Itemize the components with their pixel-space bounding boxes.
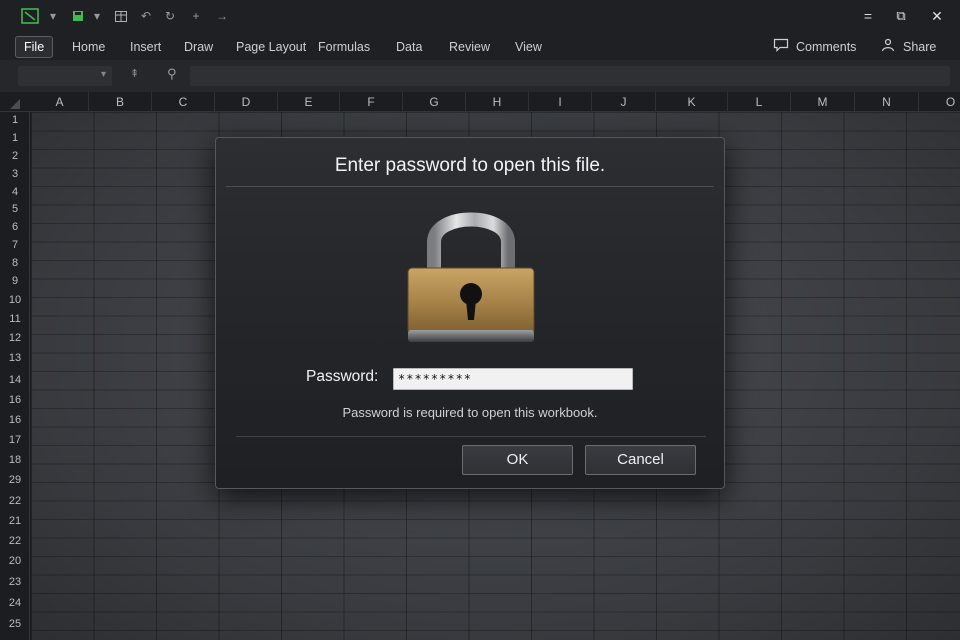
column-header-d[interactable]: D [215,92,278,112]
row-header[interactable]: 13 [0,352,30,364]
column-header-o[interactable]: O [919,92,960,112]
password-label: Password: [306,368,379,385]
row-header[interactable]: 6 [0,221,30,233]
dropdown-icon[interactable]: ▾ [92,8,102,24]
select-all-icon[interactable] [10,96,20,109]
row-header[interactable]: 16 [0,394,30,406]
add-icon[interactable]: + [188,8,204,24]
row-header[interactable]: 17 [0,434,30,446]
column-header-f[interactable]: F [340,92,403,112]
row-header[interactable]: 22 [0,495,30,507]
row-header[interactable]: 9 [0,275,30,287]
row-header[interactable]: 25 [0,618,30,630]
row-headers: 1 1 2 3 4 5 6 7 8 9 10 11 12 13 14 16 16… [0,112,30,640]
row-header[interactable]: 18 [0,454,30,466]
redo-icon[interactable]: ↻ [162,8,178,24]
divider [236,436,706,437]
dialog-title: Enter password to open this file. [334,155,606,176]
tab-file[interactable]: File [15,36,54,58]
save-icon[interactable] [70,8,86,24]
undo-icon[interactable]: ↶ [138,8,154,24]
column-header-m[interactable]: M [791,92,855,112]
column-header-b[interactable]: B [89,92,152,112]
tab-data[interactable]: Data [396,36,422,58]
row-header[interactable]: 22 [0,535,30,547]
comments-icon [773,37,791,59]
column-header-n[interactable]: N [855,92,919,112]
edit-formula-icon[interactable]: ⚲ [167,66,177,82]
row-header[interactable]: 1 [0,114,30,126]
password-hint: Password is required to open this workbo… [342,405,598,420]
column-header-c[interactable]: C [152,92,215,112]
row-header[interactable]: 12 [0,332,30,344]
formula-bar: ▾ ⇞ ⚲ [0,60,960,92]
row-header[interactable]: 29 [0,474,30,486]
column-header-h[interactable]: H [466,92,529,112]
tab-home[interactable]: Home [72,36,105,58]
minimize-button[interactable]: = [858,6,878,26]
column-header-i[interactable]: I [529,92,592,112]
forward-icon[interactable]: → [214,8,230,24]
tab-review[interactable]: Review [449,36,490,58]
column-header-j[interactable]: J [592,92,656,112]
comments-button[interactable]: Comments [796,36,856,58]
column-header-l[interactable]: L [728,92,791,112]
function-arrow-icon[interactable]: ⇞ [130,67,139,80]
row-header[interactable]: 14 [0,374,30,386]
divider [226,186,714,187]
row-header[interactable]: 20 [0,555,30,567]
row-header[interactable]: 10 [0,294,30,306]
row-header[interactable]: 4 [0,186,30,198]
tab-view[interactable]: View [515,36,542,58]
excel-logo-icon [20,8,40,24]
row-header[interactable]: 3 [0,168,30,180]
close-button[interactable]: ✕ [927,6,947,26]
row-header[interactable]: 23 [0,576,30,588]
formula-input[interactable] [190,66,950,86]
password-dialog: Enter password to open this file. Passwo… [215,137,725,489]
tab-draw[interactable]: Draw [184,36,213,58]
name-box[interactable]: ▾ [18,66,112,86]
row-header[interactable]: 16 [0,414,30,426]
row-header[interactable]: 2 [0,150,30,162]
row-header[interactable]: 24 [0,597,30,609]
column-header-g[interactable]: G [403,92,466,112]
excel-window: ▾ ▾ ↶ ↻ + → = ⧉ ✕ File Home Insert Draw … [0,0,960,640]
column-header-e[interactable]: E [278,92,340,112]
table-icon[interactable] [113,8,129,24]
row-header[interactable]: 1 [0,132,30,144]
tab-page-layout[interactable]: Page Layout [236,36,306,58]
share-icon [880,37,898,59]
row-header[interactable]: 5 [0,203,30,215]
dropdown-icon[interactable]: ▾ [48,8,58,24]
cancel-button[interactable]: Cancel [585,445,696,475]
title-bar: ▾ ▾ ↶ ↻ + → = ⧉ ✕ [0,0,960,32]
row-header[interactable]: 21 [0,515,30,527]
lock-icon [407,212,535,342]
password-field[interactable]: ********* [393,368,633,390]
share-button[interactable]: Share [903,36,936,58]
row-header[interactable]: 7 [0,239,30,251]
ok-button[interactable]: OK [462,445,573,475]
row-header[interactable]: 8 [0,257,30,269]
column-headers: A B C D E F G H I J K L M N O [0,92,960,112]
tab-formulas[interactable]: Formulas [318,36,370,58]
row-header[interactable]: 11 [0,313,30,325]
restore-button[interactable]: ⧉ [891,6,911,26]
tab-insert[interactable]: Insert [130,36,161,58]
column-header-a[interactable]: A [31,92,89,112]
chevron-down-icon[interactable]: ▾ [101,69,106,80]
column-header-k[interactable]: K [656,92,728,112]
ribbon-tab-bar: File Home Insert Draw Page Layout Formul… [0,32,960,60]
